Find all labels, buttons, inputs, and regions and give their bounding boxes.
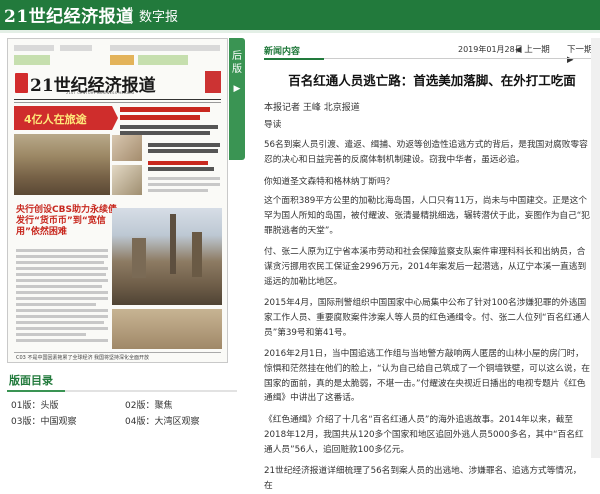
article-byline: 本报记者 王峰 北京报道 (264, 103, 360, 113)
masthead-english: 21ST CENTURY BUSINESS HERALD (66, 91, 135, 95)
preview-headline-left: 央行创设CBS助力永续债发行“货币币”到“宽信用”依然困难 (16, 205, 117, 237)
previous-issue-label: 上一期 (524, 45, 550, 55)
top-header: 21世纪经济报道 数字报 (0, 0, 600, 30)
next-page-label: 后版 (232, 51, 242, 75)
brand-title[interactable]: 21世纪经济报道 (4, 2, 134, 27)
article-paragraph: 2015年4月，国际刑警组织中国国家中心局集中公布了针对100名涉嫌犯罪的外逃国… (264, 298, 590, 338)
preview-headline-bar (120, 125, 218, 129)
preview-photo-main (14, 134, 110, 195)
masthead: 21世纪经济报道 21ST CENTURY BUSINESS HERALD (14, 69, 221, 97)
article-panel: 新闻内容 2019年01月28日 ◀ 上一期 下一期 ▶ 百名红通人员逃亡路：首… (264, 38, 600, 491)
preview-text-line (148, 177, 220, 180)
preview-headline-bar (148, 149, 218, 153)
preview-footer-text: C03 不是中国因素拖累了全球经济 我国将坚持深化全面开放 (16, 355, 150, 361)
header-underline (0, 30, 600, 33)
directory-item[interactable]: 03版：中国观察 (11, 414, 76, 427)
preview-photo-thumb (112, 135, 142, 161)
preview-headline-bar (148, 161, 208, 165)
preview-footer: C03 不是中国因素拖累了全球经济 我国将坚持深化全面开放 (14, 352, 221, 362)
preview-headline-bar (148, 143, 220, 147)
preview-headline-bar (120, 107, 210, 112)
next-page-arrow-icon: ▶ (233, 84, 241, 94)
brand-divider (131, 7, 132, 24)
section-name: 数字报 (139, 10, 179, 25)
lead-banner: 4亿人在旅途 (14, 106, 118, 130)
preview-text-column (16, 249, 108, 349)
masthead-ad-block (205, 71, 221, 93)
preview-photo-thumb (112, 165, 142, 195)
article-paragraph: 导读 (264, 120, 282, 130)
preview-photo-bottom (112, 309, 222, 349)
banner-arrow-shape (112, 106, 118, 130)
directory-title: 版面目录 (9, 374, 53, 387)
next-page-tab[interactable]: 后版 ▶ (229, 38, 245, 160)
masthead-rule (14, 99, 221, 100)
directory-item[interactable]: 04版：大湾区观察 (125, 414, 199, 427)
article-title: 百名红通人员逃亡路：首选美加落脚、在外打工吃面 (288, 73, 576, 88)
preview-text-line (148, 183, 220, 186)
issue-date: 2019年01月28日 (458, 45, 523, 54)
newspaper-page-preview[interactable]: 21世纪经济报道 21ST CENTURY BUSINESS HERALD 4亿… (7, 38, 228, 363)
article-paragraph: 你知道圣文森特和格林纳丁斯吗？ (264, 177, 395, 187)
article-paragraph: 2016年2月1日，当中国追逃工作组与当地警方敲响两人匿居的山林小屋的房门时，惊… (264, 349, 590, 404)
directory-item[interactable]: 02版：聚焦 (125, 398, 172, 411)
section-directory: 版面目录 01版：头版 02版：聚焦 03版：中国观察 04版：大湾区观察 (7, 368, 237, 458)
next-issue-label: 下一期 (567, 45, 593, 55)
article-paragraph: 这个面积389平方公里的加勒比海岛国，人口只有11万，尚未与中国建交。正是这个罕… (264, 196, 590, 236)
lead-banner-text: 4亿人在旅途 (24, 113, 87, 126)
previous-issue-link[interactable]: ◀ 上一期 (515, 43, 550, 55)
preview-headline-bar (120, 115, 200, 120)
preview-text-line (148, 189, 208, 192)
masthead-logo-icon (15, 73, 28, 93)
directory-item[interactable]: 01版：头版 (11, 398, 58, 411)
news-content-label: 新闻内容 (264, 47, 301, 57)
article-scrollbar[interactable] (591, 38, 600, 458)
directory-rule-accent (7, 390, 65, 392)
preview-top-ads (14, 45, 220, 67)
article-paragraph: 21世纪经济报道详细梳理了56名到案人员的出逃地、涉嫌罪名、追逃方式等情况，在 (264, 466, 582, 491)
preview-city-photo (112, 208, 222, 305)
preview-headline-bar (148, 167, 214, 171)
article-paragraph: 付、张二人原为辽宁省本溪市劳动和社会保障监察支队案件审理科科长和出纳员，合谋贪污… (264, 247, 587, 287)
masthead-rule-thin (14, 102, 221, 103)
article-paragraph: 56名到案人员引渡、遣返、缉捕、劝返等创造性追逃方式的背后，是我国对腐败零容忍的… (264, 140, 588, 165)
article-rule-accent (264, 58, 324, 60)
article-paragraph: 《红色通缉》介绍了十几名“百名红通人员”的海外追逃故事。2014年以来，截至20… (264, 415, 584, 455)
